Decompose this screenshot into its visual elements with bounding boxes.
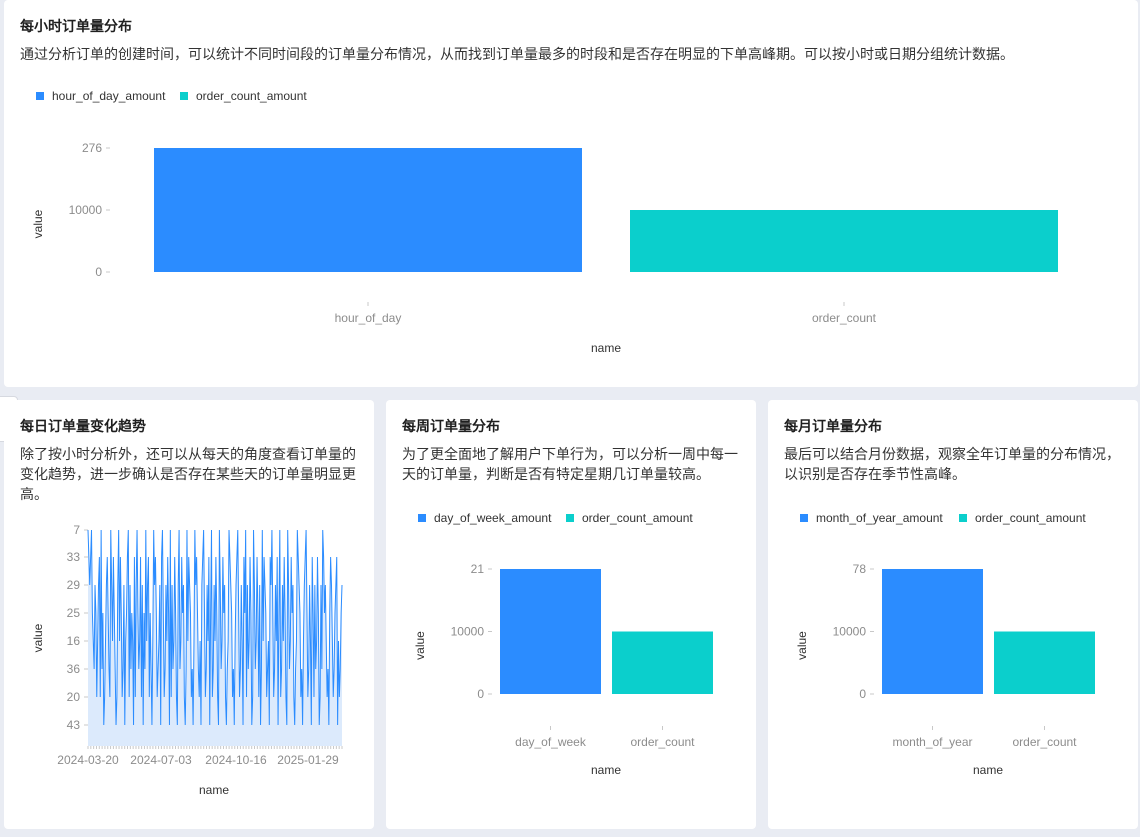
y-tick-label: 0: [859, 687, 866, 701]
card-title: 每月订单量分布: [784, 418, 882, 434]
y-tick-label: 0: [477, 687, 484, 701]
x-tick-label: month_of_year: [892, 735, 972, 749]
y-tick-label: 16: [67, 634, 81, 648]
legend-label: order_count_amount: [975, 511, 1086, 525]
daily-area-chart: 7 33 29 25 16 36 20 43 2024-03-20 2024-07-03 2024-…: [31, 523, 343, 797]
bar: [994, 631, 1095, 694]
legend-label: order_count_amount: [196, 89, 307, 103]
bar: [154, 148, 582, 272]
y-axis-title: value: [795, 631, 809, 660]
card-title: 每周订单量分布: [402, 418, 500, 434]
x-axis-title: name: [591, 763, 621, 777]
x-tick-label: 2024-03-20: [57, 753, 119, 767]
y-tick-label: 10000: [451, 625, 485, 639]
card-title: 每小时订单量分布: [20, 18, 132, 34]
legend-swatch: [959, 514, 967, 522]
bar: [500, 569, 601, 694]
legend-swatch: [418, 514, 426, 522]
monthly-bar-chart: month_of_year_amount order_count_amount 0 1…: [795, 511, 1095, 777]
legend-label: order_count_amount: [582, 511, 693, 525]
x-axis-title: name: [973, 763, 1003, 777]
y-tick-label: 21: [471, 562, 485, 576]
y-tick-label: 7: [73, 523, 80, 537]
y-tick-label: 10000: [833, 625, 867, 639]
y-axis-title: value: [413, 631, 427, 660]
x-tick-label: 2025-01-29: [277, 753, 339, 767]
legend-swatch: [566, 514, 574, 522]
x-tick-label: 2024-07-03: [130, 753, 192, 767]
y-tick-label: 29: [67, 578, 81, 592]
y-tick-label: 78: [853, 562, 867, 576]
card-description: 最后可以结合月份数据，观察全年订单量的分布情况，以识别是否存在季节性高峰。: [784, 446, 1120, 482]
y-tick-label: 25: [67, 606, 81, 620]
bar: [612, 631, 713, 694]
y-axis-title: value: [31, 623, 45, 652]
y-tick-label: 20: [67, 690, 81, 704]
x-tick-label: 2024-10-16: [205, 753, 267, 767]
legend-label: day_of_week_amount: [434, 511, 552, 525]
x-tick-label: order_count: [630, 735, 695, 749]
bar: [630, 210, 1058, 272]
bar: [882, 569, 983, 694]
y-axis-title: value: [31, 209, 45, 238]
monthly-order-card: 每月订单量分布 最后可以结合月份数据，观察全年订单量的分布情况，以识别是否存在季…: [768, 400, 1138, 829]
hourly-order-card: 每小时订单量分布 通过分析订单的创建时间，可以统计不同时间段的订单量分布情况，从…: [4, 0, 1138, 387]
legend-label: month_of_year_amount: [816, 511, 943, 525]
x-axis-title: name: [199, 783, 229, 797]
weekly-order-card: 每周订单量分布 为了更全面地了解用户下单行为，可以分析一周中每一天的订单量，判断…: [386, 400, 756, 829]
card-description: 为了更全面地了解用户下单行为，可以分析一周中每一天的订单量，判断是否有特定星期几…: [402, 446, 738, 482]
y-tick-label: 0: [95, 265, 102, 279]
x-tick-label: order_count: [812, 311, 877, 325]
y-tick-label: 276: [82, 141, 102, 155]
y-tick-label: 43: [67, 718, 81, 732]
x-axis-title: name: [591, 341, 621, 355]
card-title: 每日订单量变化趋势: [20, 418, 146, 434]
card-description: 通过分析订单的创建时间，可以统计不同时间段的订单量分布情况，从而找到订单量最多的…: [20, 46, 1014, 62]
hourly-bar-chart: hour_of_day_amount order_count_amount 0 100…: [31, 89, 1058, 355]
weekly-bar-chart: day_of_week_amount order_count_amount 0 100…: [413, 511, 713, 777]
legend-swatch: [36, 92, 44, 100]
legend-swatch: [180, 92, 188, 100]
x-tick-label: hour_of_day: [335, 311, 402, 325]
y-tick-label: 33: [67, 550, 81, 564]
x-tick-label: day_of_week: [515, 735, 587, 749]
y-tick-label: 10000: [69, 203, 103, 217]
legend-swatch: [800, 514, 808, 522]
y-tick-label: 36: [67, 662, 81, 676]
card-description: 除了按小时分析外，还可以从每天的角度查看订单量的变化趋势，进一步确认是否存在某些…: [20, 446, 356, 502]
legend-label: hour_of_day_amount: [52, 89, 166, 103]
daily-order-card: 每日订单量变化趋势 除了按小时分析外，还可以从每天的角度查看订单量的变化趋势，进…: [4, 400, 374, 829]
x-tick-label: order_count: [1012, 735, 1077, 749]
